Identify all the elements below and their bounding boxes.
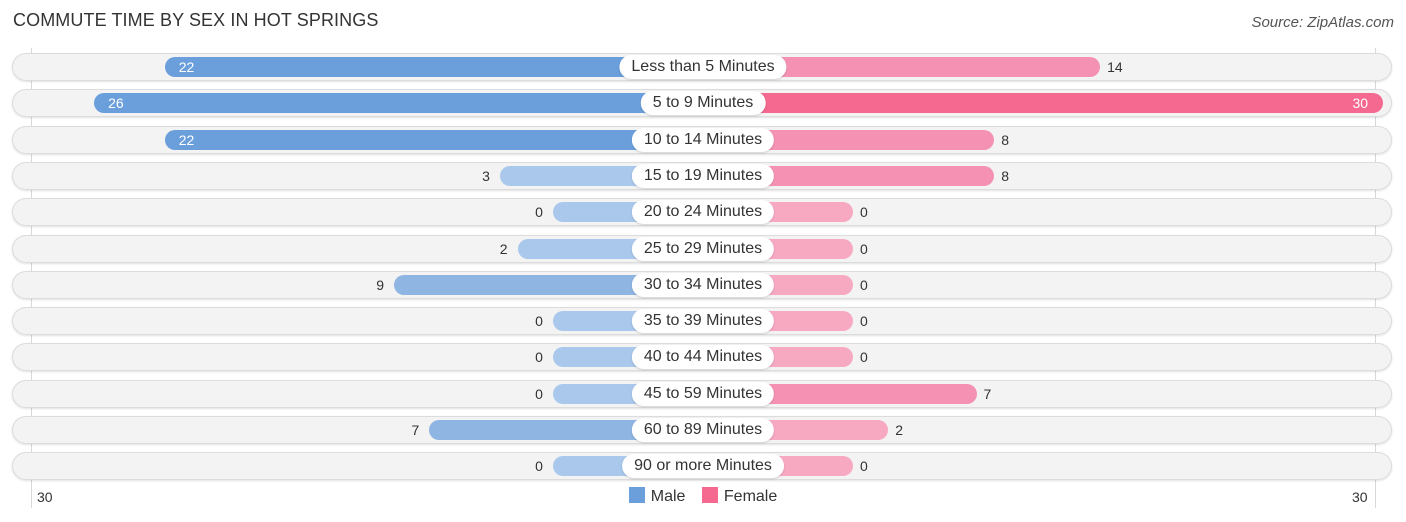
female-value-label: 2: [895, 422, 904, 438]
male-value-label: 0: [535, 313, 543, 330]
female-value-label: 0: [860, 349, 868, 366]
legend-label-female: Female: [723, 488, 778, 505]
legend-label-male: Male: [650, 488, 686, 505]
category-label: 25 to 29 Minutes: [631, 236, 775, 261]
category-label: 5 to 9 Minutes: [640, 91, 766, 116]
female-value-label: 8: [1001, 167, 1009, 184]
female-value-label: 30: [1352, 95, 1369, 112]
male-value-label: 0: [535, 458, 543, 475]
female-value-label: 0: [860, 313, 868, 330]
category-label: 10 to 14 Minutes: [631, 127, 775, 152]
female-value-label: 0: [860, 204, 868, 221]
legend-item-male[interactable]: Male: [628, 487, 686, 506]
male-value-label: 3: [482, 167, 490, 184]
male-value-label: 0: [535, 204, 543, 221]
female-value-label: 8: [1001, 131, 1009, 148]
female-value-label: 7: [983, 385, 992, 402]
male-value-label: 26: [108, 95, 124, 112]
category-label: 20 to 24 Minutes: [631, 200, 775, 225]
female-swatch-icon: [701, 487, 718, 503]
male-value-label: 9: [376, 276, 385, 293]
male-value-label: 0: [535, 385, 543, 402]
category-label: 60 to 89 Minutes: [631, 418, 775, 442]
male-value-label: 7: [411, 422, 420, 438]
category-label: 15 to 19 Minutes: [631, 163, 775, 188]
male-value-label: 22: [178, 59, 195, 75]
legend-item-female[interactable]: Female: [701, 487, 778, 506]
female-value-label: 0: [860, 276, 868, 293]
legend: Male Female: [0, 487, 1406, 506]
category-label: 90 or more Minutes: [622, 454, 784, 479]
male-bar[interactable]: [94, 93, 703, 114]
male-value-label: 22: [178, 131, 195, 148]
chart-title: COMMUTE TIME BY SEX IN HOT SPRINGS: [13, 10, 379, 30]
male-value-label: 0: [535, 349, 543, 366]
category-label: 40 to 44 Minutes: [631, 345, 775, 370]
source-label: Source: ZipAtlas.com: [1251, 14, 1394, 31]
category-label: 45 to 59 Minutes: [631, 381, 775, 406]
category-label: 35 to 39 Minutes: [631, 309, 775, 334]
female-value-label: 0: [860, 458, 868, 475]
female-value-label: 14: [1107, 59, 1123, 75]
male-bar[interactable]: [164, 129, 703, 150]
female-bar[interactable]: [703, 93, 1383, 114]
male-swatch-icon: [628, 487, 645, 503]
male-value-label: 2: [499, 240, 508, 257]
female-value-label: 0: [860, 240, 868, 257]
category-label: 30 to 34 Minutes: [631, 272, 775, 297]
category-label: Less than 5 Minutes: [619, 55, 787, 79]
